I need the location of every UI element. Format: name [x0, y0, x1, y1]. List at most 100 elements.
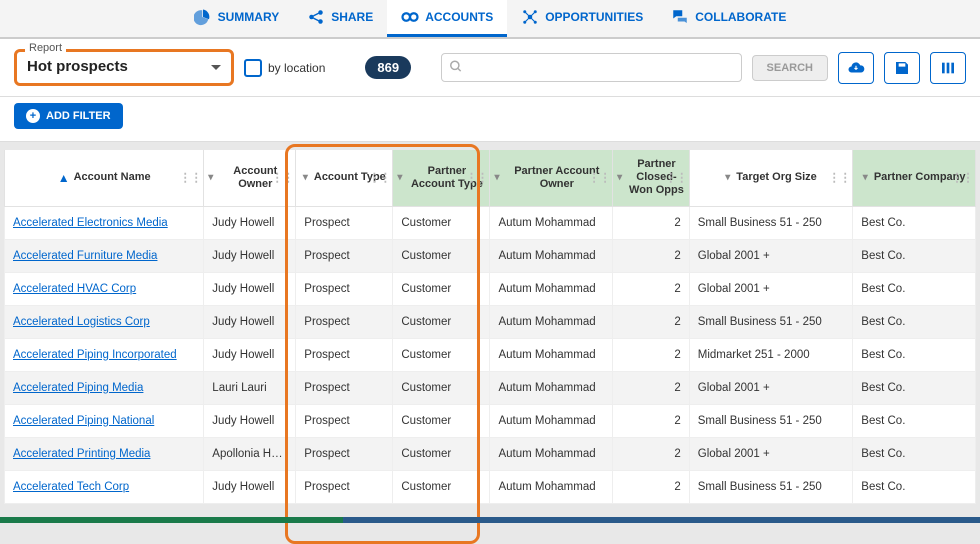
add-filter-label: ADD FILTER: [46, 110, 111, 122]
cell-company: Best Co.: [853, 404, 976, 437]
tab-opportunities[interactable]: OPPORTUNITIES: [507, 0, 657, 37]
column-header[interactable]: ▾Account Type⋮⋮: [296, 150, 393, 206]
cell-partner-type: Customer: [393, 437, 490, 470]
column-header[interactable]: ▾Partner Company⋮⋮: [853, 150, 976, 206]
chevron-down-icon: ▾: [617, 172, 622, 183]
drag-handle-icon[interactable]: ⋮⋮: [271, 174, 293, 181]
save-button[interactable]: [884, 52, 920, 84]
chevron-down-icon: ▾: [303, 172, 308, 183]
cell-type: Prospect: [296, 404, 393, 437]
column-header[interactable]: ▾Partner Closed-Won Opps⋮⋮: [613, 150, 690, 206]
cell-partner-owner: Autum Mohammad: [490, 206, 613, 239]
account-name-link[interactable]: Accelerated Tech Corp: [5, 470, 204, 503]
by-location-toggle[interactable]: by location: [244, 59, 325, 77]
cell-size: Small Business 51 - 250: [689, 470, 853, 503]
cell-opps: 2: [613, 305, 690, 338]
cell-owner: Judy Howell: [204, 239, 296, 272]
drag-handle-icon[interactable]: ⋮⋮: [828, 174, 850, 181]
cell-opps: 2: [613, 338, 690, 371]
cell-opps: 2: [613, 206, 690, 239]
column-header[interactable]: ▾Target Org Size⋮⋮: [689, 150, 853, 206]
filter-row: + ADD FILTER: [0, 97, 980, 142]
opps-icon: [521, 8, 539, 26]
cell-type: Prospect: [296, 206, 393, 239]
cell-owner: Judy Howell: [204, 404, 296, 437]
bottom-progress: [0, 517, 980, 523]
cell-owner: Judy Howell: [204, 338, 296, 371]
account-name-link[interactable]: Accelerated Printing Media: [5, 437, 204, 470]
cell-type: Prospect: [296, 239, 393, 272]
drag-handle-icon[interactable]: ⋮⋮: [465, 174, 487, 181]
column-header[interactable]: ▲Account Name⋮⋮: [5, 150, 204, 206]
cell-partner-type: Customer: [393, 239, 490, 272]
chevron-down-icon: ▾: [397, 172, 402, 183]
drag-handle-icon[interactable]: ⋮⋮: [179, 174, 201, 181]
account-name-link[interactable]: Accelerated HVAC Corp: [5, 272, 204, 305]
account-name-link[interactable]: Accelerated Electronics Media: [5, 206, 204, 239]
search-icon: [449, 59, 463, 76]
tab-share[interactable]: SHARE: [293, 0, 387, 37]
account-name-link[interactable]: Accelerated Logistics Corp: [5, 305, 204, 338]
toolbar: Report Hot prospects by location 869 SEA…: [0, 39, 980, 97]
tab-summary[interactable]: SUMMARY: [180, 0, 294, 37]
account-name-link[interactable]: Accelerated Furniture Media: [5, 239, 204, 272]
add-filter-button[interactable]: + ADD FILTER: [14, 103, 123, 129]
cell-size: Small Business 51 - 250: [689, 206, 853, 239]
drag-handle-icon[interactable]: ⋮⋮: [665, 174, 687, 181]
search-input[interactable]: [441, 53, 741, 82]
cell-opps: 2: [613, 272, 690, 305]
cell-size: Global 2001 +: [689, 437, 853, 470]
cell-size: Midmarket 251 - 2000: [689, 338, 853, 371]
cell-type: Prospect: [296, 272, 393, 305]
column-header[interactable]: ▾Account Owner⋮⋮: [204, 150, 296, 206]
search-button[interactable]: SEARCH: [752, 55, 828, 81]
cell-owner: Judy Howell: [204, 470, 296, 503]
column-label: Account Name: [74, 171, 151, 184]
cell-opps: 2: [613, 371, 690, 404]
table-wrap: ▲Account Name⋮⋮▾Account Owner⋮⋮▾Account …: [0, 142, 980, 504]
drag-handle-icon[interactable]: ⋮⋮: [588, 174, 610, 181]
nav-tabs: SUMMARY SHAREACCOUNTSOPPORTUNITIESCOLLABO…: [0, 0, 980, 39]
cell-company: Best Co.: [853, 239, 976, 272]
cell-company: Best Co.: [853, 371, 976, 404]
report-dropdown[interactable]: Report Hot prospects: [14, 49, 234, 86]
cell-size: Small Business 51 - 250: [689, 305, 853, 338]
report-label: Report: [25, 42, 66, 54]
cell-partner-owner: Autum Mohammad: [490, 470, 613, 503]
table-header-row: ▲Account Name⋮⋮▾Account Owner⋮⋮▾Account …: [5, 150, 976, 206]
accounts-table: ▲Account Name⋮⋮▾Account Owner⋮⋮▾Account …: [4, 150, 976, 504]
column-header[interactable]: ▾Partner Account Owner⋮⋮: [490, 150, 613, 206]
cell-size: Global 2001 +: [689, 371, 853, 404]
tab-collaborate[interactable]: COLLABORATE: [657, 0, 800, 37]
column-label: Target Org Size: [736, 171, 816, 184]
account-name-link[interactable]: Accelerated Piping Media: [5, 371, 204, 404]
table-row: Accelerated Furniture MediaJudy HowellPr…: [5, 239, 976, 272]
cell-partner-type: Customer: [393, 206, 490, 239]
search-wrap: [441, 53, 741, 82]
cell-company: Best Co.: [853, 305, 976, 338]
cell-type: Prospect: [296, 338, 393, 371]
chat-icon: [671, 8, 689, 26]
cell-size: Small Business 51 - 250: [689, 404, 853, 437]
account-name-link[interactable]: Accelerated Piping National: [5, 404, 204, 437]
tab-label: SUMMARY: [218, 10, 280, 24]
plus-icon: +: [26, 109, 40, 123]
columns-button[interactable]: [930, 52, 966, 84]
cell-partner-type: Customer: [393, 338, 490, 371]
drag-handle-icon[interactable]: ⋮⋮: [951, 174, 973, 181]
cell-partner-owner: Autum Mohammad: [490, 404, 613, 437]
cell-owner: Judy Howell: [204, 206, 296, 239]
column-header[interactable]: ▾Partner Account Type⋮⋮: [393, 150, 490, 206]
table-row: Accelerated HVAC CorpJudy HowellProspect…: [5, 272, 976, 305]
cell-opps: 2: [613, 470, 690, 503]
tab-accounts[interactable]: ACCOUNTS: [387, 0, 507, 37]
cell-type: Prospect: [296, 371, 393, 404]
report-value: Hot prospects: [27, 58, 203, 75]
chevron-down-icon: ▾: [494, 172, 499, 183]
cell-opps: 2: [613, 239, 690, 272]
cloud-download-button[interactable]: [838, 52, 874, 84]
link-icon: [401, 8, 419, 26]
pie-icon: [194, 8, 212, 26]
account-name-link[interactable]: Accelerated Piping Incorporated: [5, 338, 204, 371]
drag-handle-icon[interactable]: ⋮⋮: [368, 174, 390, 181]
